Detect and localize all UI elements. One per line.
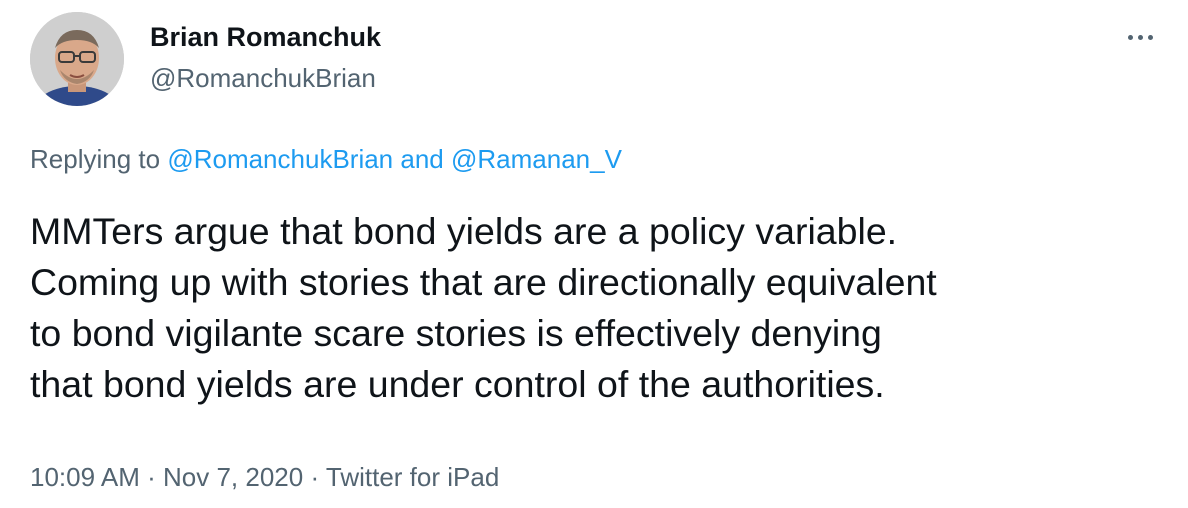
tweet-text: MMTers argue that bond yields are a poli… xyxy=(30,206,1170,410)
meta-separator: · xyxy=(310,462,320,492)
tweet-text-line: to bond vigilante scare stories is effec… xyxy=(30,312,882,354)
tweet-metadata: 10:09 AM · Nov 7, 2020 · Twitter for iPa… xyxy=(30,460,499,494)
author-name[interactable]: Brian Romanchuk xyxy=(150,20,381,54)
avatar[interactable] xyxy=(30,12,124,106)
tweet-card: Brian Romanchuk @RomanchukBrian Replying… xyxy=(0,0,1188,508)
tweet-time[interactable]: 10:09 AM xyxy=(30,462,140,492)
replying-to-label: Replying to xyxy=(30,144,161,174)
replying-to-line: Replying to @RomanchukBrian and @Ramanan… xyxy=(30,142,622,176)
profile-photo-icon xyxy=(30,12,124,106)
meta-separator: · xyxy=(147,462,156,492)
more-button[interactable] xyxy=(1118,20,1162,54)
mention-link-romanchukbrian[interactable]: @RomanchukBrian xyxy=(167,144,393,174)
tweet-source[interactable]: Twitter for iPad xyxy=(326,462,499,492)
mention-link-ramanan[interactable]: @Ramanan_V xyxy=(451,144,622,174)
tweet-text-line: Coming up with stories that are directio… xyxy=(30,261,937,303)
tweet-text-line: that bond yields are under control of th… xyxy=(30,363,885,405)
tweet-text-line: MMTers argue that bond yields are a poli… xyxy=(30,210,898,252)
author-handle[interactable]: @RomanchukBrian xyxy=(150,61,376,95)
more-dots-icon xyxy=(1127,34,1153,40)
reply-conjunction: and xyxy=(400,144,444,174)
tweet-date[interactable]: Nov 7, 2020 xyxy=(163,462,303,492)
